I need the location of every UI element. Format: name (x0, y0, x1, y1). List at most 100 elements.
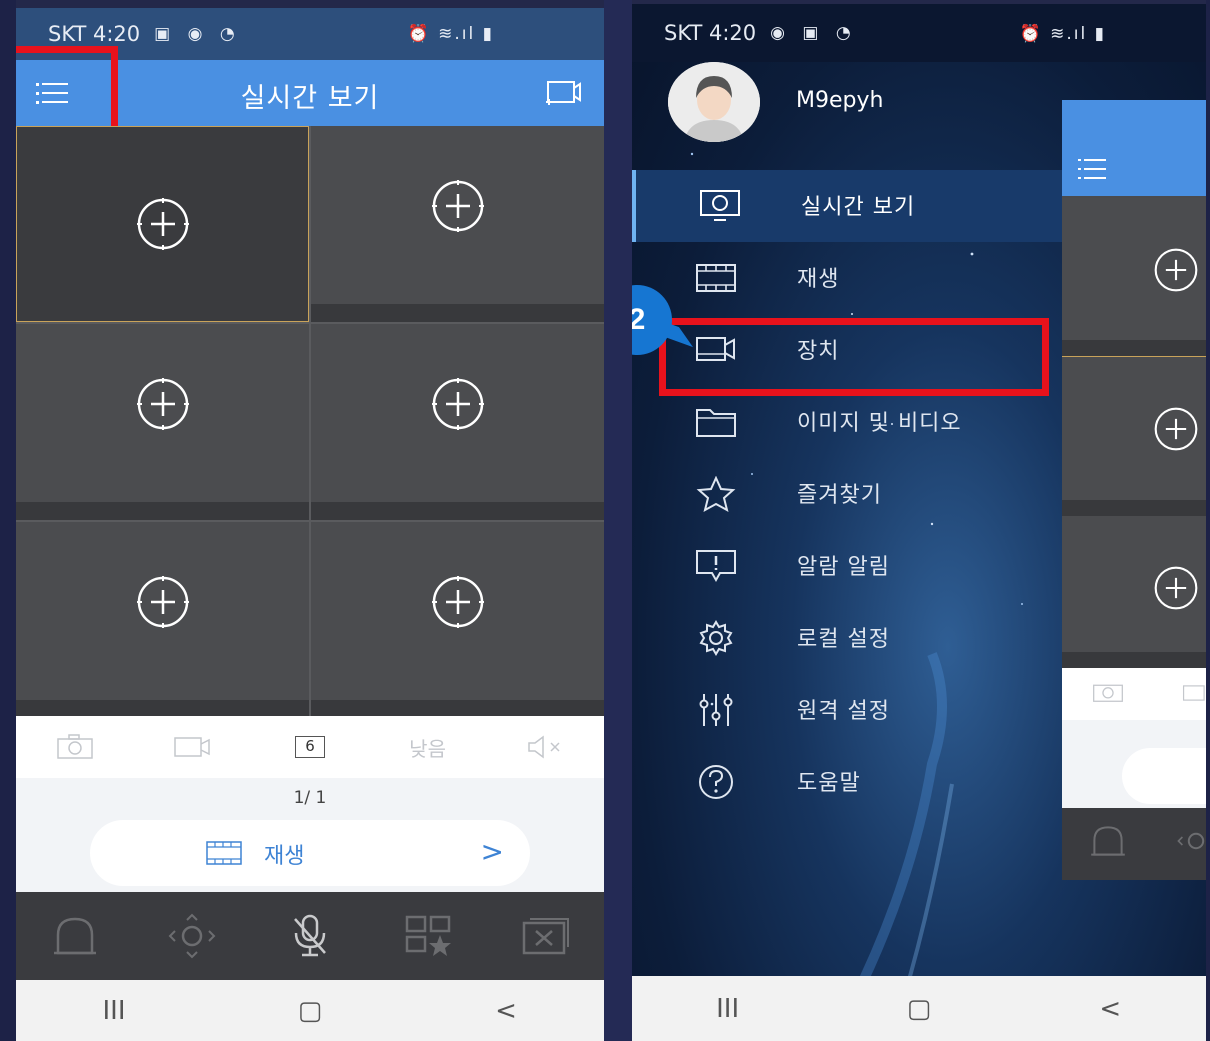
sliders-icon (699, 694, 733, 726)
add-circle-icon (431, 378, 484, 430)
peek-paging (1062, 720, 1206, 808)
peek-control-bar (1062, 808, 1206, 880)
camera-slot (1062, 356, 1206, 516)
drawer-item-label: 도움말 (797, 771, 861, 796)
system-nav-bar: III ▢ < (16, 980, 604, 1041)
camera-slot[interactable] (311, 522, 604, 718)
camera-slot (1062, 516, 1206, 668)
split-screen-button[interactable]: 6 (285, 730, 335, 764)
playback-label: 재생 (264, 844, 305, 869)
user-avatar-icon (668, 62, 760, 142)
camera-slot[interactable] (311, 324, 604, 520)
recent-apps-button[interactable]: III (698, 989, 758, 1029)
drawer-item-label: 알람 알림 (797, 555, 890, 580)
drawer-item-help[interactable]: 도움말 (632, 746, 1062, 818)
chevron-right-icon: > (480, 835, 504, 868)
drawer-item-label: 이미지 및 비디오 (797, 411, 962, 436)
drawer-item-favorites[interactable]: 즐겨찾기 (632, 458, 1062, 530)
record-button[interactable] (167, 730, 217, 764)
drawer-item-live-view[interactable]: 실시간 보기 (632, 170, 1062, 242)
page-indicator: 1/ 1 (293, 788, 327, 808)
add-circle-icon (136, 576, 189, 628)
star-icon (696, 476, 736, 512)
drawer-item-label: 재생 (797, 267, 840, 292)
live-view-screen: SKT 4:20 ▣ ◉ ◔ ⏰ ≋.ıl ▮ 실시간 보기 6 낮음 1/ 1… (16, 8, 604, 1041)
add-circle-icon (1154, 248, 1198, 292)
home-button[interactable]: ▢ (280, 991, 340, 1031)
navigation-drawer-screen: SKT 4:20 ◉ ▣ ◔ ⏰ ≋.ıl ▮ M9epyh 실시간 보기 재생… (632, 4, 1206, 1041)
home-button[interactable]: ▢ (889, 989, 949, 1029)
microphone-muted-icon[interactable] (285, 913, 335, 959)
film-icon (206, 841, 242, 865)
mute-button[interactable] (520, 730, 570, 764)
alarm-message-icon (696, 550, 736, 583)
camera-slot[interactable] (311, 126, 604, 322)
monitor-icon (700, 190, 740, 221)
drawer-item-label: 실시간 보기 (801, 195, 916, 220)
system-nav-bar: III ▢ < (632, 976, 1206, 1041)
video-record-icon (174, 737, 211, 757)
menu-highlight-box (16, 46, 118, 134)
speaker-muted-icon (528, 735, 560, 759)
avatar[interactable] (668, 62, 760, 142)
drawer-item-images-videos[interactable]: 이미지 및 비디오 (632, 386, 1062, 458)
camera-icon (57, 734, 93, 759)
status-system-icons: ⏰ ≋.ıl ▮ (407, 24, 494, 44)
status-notification-icons: ◉ ▣ ◔ (770, 23, 857, 43)
control-bar (16, 892, 604, 980)
gear-icon (699, 620, 733, 656)
camera-slot[interactable] (16, 324, 309, 520)
live-toolbar: 6 낮음 (16, 716, 604, 778)
recent-apps-button[interactable]: III (84, 991, 144, 1031)
help-icon (699, 765, 733, 799)
cast-screen-icon[interactable] (544, 80, 582, 106)
quality-label: 낮음 (409, 736, 446, 761)
drawer-item-label: 원격 설정 (797, 699, 890, 724)
camera-slot[interactable] (16, 522, 309, 718)
back-button[interactable]: < (1080, 989, 1140, 1029)
add-circle-icon (136, 198, 189, 250)
add-circle-icon (431, 576, 484, 628)
username: M9epyh (796, 88, 884, 113)
drawer-item-label: 즐겨찾기 (797, 483, 882, 508)
close-all-icon[interactable] (520, 913, 570, 959)
snapshot-button[interactable] (50, 730, 100, 764)
back-button[interactable]: < (476, 991, 536, 1031)
video-record-icon (1182, 685, 1205, 701)
device-highlight-box: 2 (632, 285, 1049, 396)
status-carrier-time: SKT 4:20 (664, 21, 757, 45)
quality-button[interactable]: 낮음 (403, 730, 453, 764)
add-circle-icon (1154, 407, 1198, 451)
add-circle-icon (431, 180, 484, 232)
drawer-item-local-settings[interactable]: 로컬 설정 (632, 602, 1062, 674)
status-carrier-time: SKT 4:20 (48, 22, 141, 46)
folder-icon (696, 409, 736, 437)
peek-playback-pill (1122, 748, 1206, 804)
add-circle-icon (136, 378, 189, 430)
drawer-item-alarm[interactable]: 알람 알림 (632, 530, 1062, 602)
favorite-layout-icon[interactable] (403, 913, 453, 959)
peek-header (1062, 100, 1206, 196)
status-system-icons: ⏰ ≋.ıl ▮ (1019, 24, 1106, 44)
peek-toolbar (1062, 668, 1206, 720)
status-bar: SKT 4:20 ◉ ▣ ◔ ⏰ ≋.ıl ▮ (632, 4, 1206, 62)
status-notification-icons: ▣ ◉ ◔ (154, 24, 241, 44)
hamburger-menu-icon (1078, 159, 1106, 179)
camera-icon (1093, 684, 1123, 702)
split-count: 6 (294, 736, 325, 758)
underlying-live-view[interactable] (1062, 100, 1206, 880)
drawer-item-label: 로컬 설정 (797, 627, 890, 652)
paging-area: 1/ 1 재생 > (16, 778, 604, 892)
camera-slot (1062, 198, 1206, 356)
camera-slot[interactable] (16, 126, 309, 322)
playback-button[interactable]: 재생 > (90, 820, 530, 886)
camera-grid (16, 126, 604, 718)
drawer-item-remote-settings[interactable]: 원격 설정 (632, 674, 1062, 746)
drawer-item-playback[interactable]: 재생 (632, 242, 1062, 314)
alarm-light-icon (1091, 826, 1125, 856)
alarm-light-icon[interactable] (50, 913, 100, 959)
ptz-control-icon (1177, 832, 1205, 850)
film-icon (696, 264, 736, 292)
ptz-control-icon[interactable] (167, 913, 217, 959)
add-circle-icon (1154, 566, 1198, 610)
